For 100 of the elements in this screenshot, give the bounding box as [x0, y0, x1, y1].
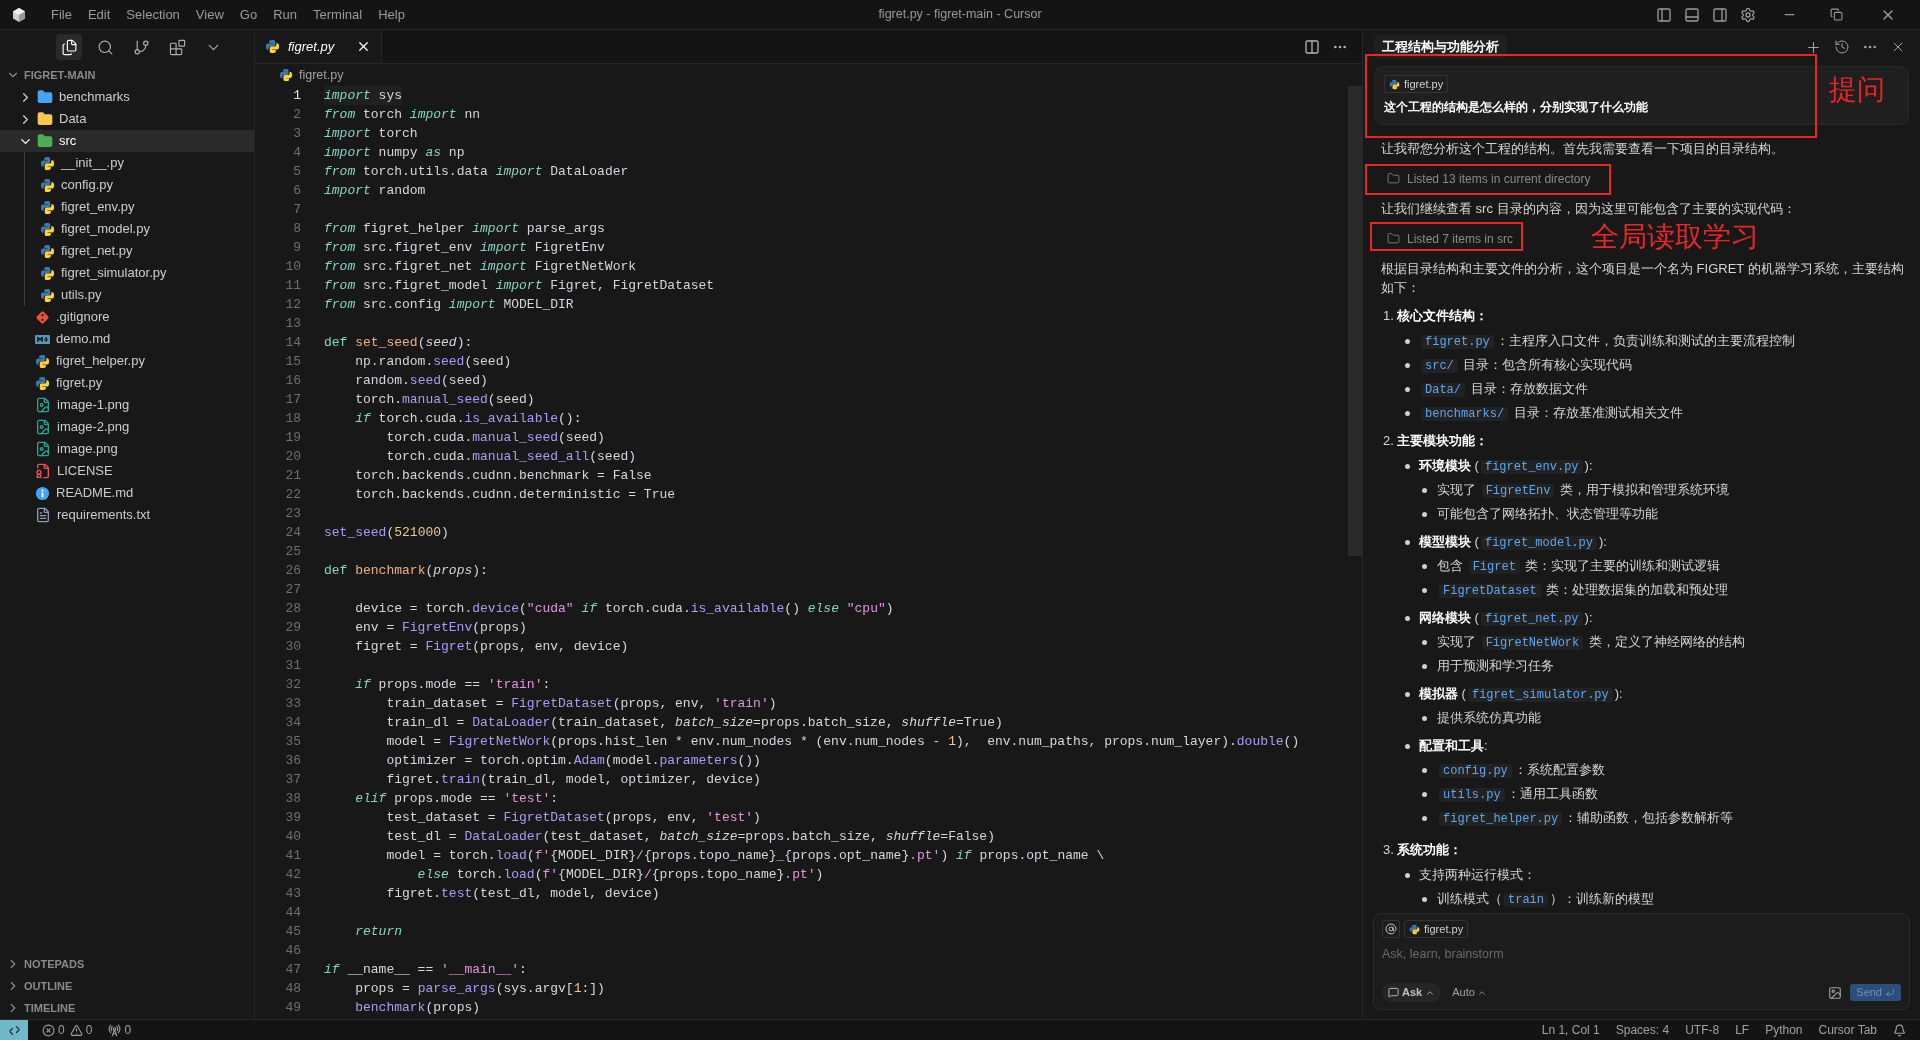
bullet-text: benchmarks/ 目录：存放基准测试相关文件	[1419, 403, 1683, 423]
file-row[interactable]: image-2.png	[0, 416, 254, 438]
mention-button[interactable]	[1382, 920, 1400, 938]
panel-header[interactable]: TIMELINE	[0, 997, 254, 1019]
file-row[interactable]: README.md	[0, 482, 254, 504]
file-row[interactable]: figret_net.py	[0, 240, 254, 262]
file-row[interactable]: figret.py	[0, 372, 254, 394]
bullet-text: 用于预测和学习任务	[1437, 657, 1554, 676]
menu-item[interactable]: Edit	[79, 4, 119, 25]
python-icon	[40, 265, 55, 281]
line-number: 24	[284, 523, 301, 542]
notifications-icon[interactable]	[1893, 1023, 1906, 1037]
status-item[interactable]: UTF-8	[1677, 1021, 1728, 1039]
line-number: 15	[284, 352, 301, 371]
line-number: 20	[284, 447, 301, 466]
file-row[interactable]: figret_helper.py	[0, 350, 254, 372]
toggle-panel-icon[interactable]	[1684, 6, 1700, 23]
menu-item[interactable]: File	[43, 4, 80, 25]
image-icon[interactable]	[1828, 985, 1843, 1000]
file-row[interactable]: config.py	[0, 174, 254, 196]
explorer-header[interactable]: FIGRET-MAIN	[0, 64, 254, 86]
status-item[interactable]: Python	[1757, 1021, 1811, 1039]
status-item[interactable]: LF	[1727, 1021, 1758, 1039]
code-line: torch.manual_seed(seed)	[354, 390, 535, 409]
model-dropdown[interactable]: Auto	[1449, 983, 1490, 1002]
line-number: 48	[284, 979, 301, 998]
line-number: 12	[284, 295, 301, 314]
line-number: 13	[284, 314, 301, 333]
annotation-label: 全局读取学习	[1591, 223, 1759, 251]
python-icon	[265, 39, 280, 54]
file-row[interactable]: image-1.png	[0, 394, 254, 416]
file-row[interactable]: .gitignore	[0, 306, 254, 328]
menu-item[interactable]: Selection	[118, 4, 188, 25]
restore-icon[interactable]	[1830, 8, 1843, 21]
chat-input[interactable]: Ask, learn, brainstorm	[1382, 944, 1901, 964]
status-item[interactable]: Spaces: 4	[1607, 1021, 1678, 1039]
line-number: 27	[284, 580, 301, 599]
line-number: 9	[292, 238, 301, 257]
editor-tab[interactable]: figret.py	[255, 30, 383, 63]
breadcrumb[interactable]: figret.py	[255, 64, 1362, 86]
code-line: test_dataset = FigretDataset(props, env, 'test')	[385, 808, 761, 827]
file-row[interactable]: demo.md	[0, 328, 254, 350]
panel-header[interactable]: NOTEPADS	[0, 953, 254, 975]
line-number: 21	[284, 466, 301, 485]
bullet-text: 模型模块 ( figret_model.py ):	[1419, 533, 1607, 552]
code-line: elif props.mode == 'test':	[354, 789, 559, 808]
file-row[interactable]: utils.py	[0, 284, 254, 306]
at-sign-icon	[1385, 923, 1397, 935]
file-row[interactable]: __init__.py	[0, 152, 254, 174]
file-row[interactable]: figret_env.py	[0, 196, 254, 218]
file-chip[interactable]: figret.py	[1384, 75, 1449, 93]
history-icon[interactable]	[1834, 39, 1850, 55]
file-row[interactable]: figret_simulator.py	[0, 262, 254, 284]
assistant-paragraph: 让我们继续查看 src 目录的内容，因为这里可能包含了主要的实现代码：	[1381, 200, 1797, 218]
status-item[interactable]: Ln 1, Col 1	[1533, 1021, 1608, 1039]
file-row[interactable]: LICENSE	[0, 460, 254, 482]
line-number: 49	[284, 998, 301, 1017]
code-line: benchmark(props)	[354, 998, 481, 1017]
menu-item[interactable]: Help	[370, 4, 413, 25]
code-line: def benchmark(props):	[324, 561, 488, 580]
toggle-sidebar-icon[interactable]	[1656, 6, 1672, 23]
code-line: def set_seed(seed):	[324, 333, 473, 352]
ports-status[interactable]: 0	[108, 1021, 132, 1039]
bullet-text: 环境模块 ( figret_env.py ):	[1419, 457, 1593, 476]
folder-row[interactable]: src	[0, 130, 254, 152]
line-number: 18	[284, 409, 301, 428]
folder-icon	[37, 89, 53, 105]
status-item[interactable]: Cursor Tab	[1810, 1021, 1885, 1039]
panel-header[interactable]: OUTLINE	[0, 975, 254, 997]
split-editor-icon[interactable]	[1304, 38, 1320, 55]
tool-call-text: Listed 7 items in src	[1407, 230, 1514, 248]
menu-item[interactable]: Run	[265, 4, 305, 25]
file-row[interactable]: figret_model.py	[0, 218, 254, 240]
menu-item[interactable]: Go	[231, 4, 266, 25]
code-line: props = parse_args(sys.argv[1:])	[354, 979, 605, 998]
bullet-text: 实现了 FigretNetWork 类，定义了神经网络的结构	[1437, 633, 1745, 652]
list-number: 1.	[1383, 306, 1394, 325]
code-line: optimizer = torch.optim.Adam(model.parameters())	[385, 751, 761, 770]
mode-dropdown[interactable]: Ask	[1382, 983, 1442, 1002]
problems-status[interactable]: 0 0	[42, 1021, 93, 1039]
file-chip[interactable]: figret.py	[1404, 920, 1469, 938]
python-icon	[35, 353, 50, 369]
line-number: 42	[284, 865, 301, 884]
line-number: 36	[284, 751, 301, 770]
code-line: random.seed(seed)	[354, 371, 488, 390]
code-line: from src.figret_env import FigretEnv	[324, 238, 605, 257]
menu-item[interactable]: View	[187, 4, 232, 25]
chat-tab[interactable]: 工程结构与功能分析	[1374, 35, 1507, 59]
remote-button[interactable]	[0, 1020, 28, 1040]
bullet-text: utils.py ：通用工具函数	[1437, 784, 1598, 804]
file-row[interactable]: image.png	[0, 438, 254, 460]
folder-row[interactable]: Data	[0, 108, 254, 130]
line-number: 7	[292, 200, 301, 219]
menu-item[interactable]: Terminal	[305, 4, 371, 25]
toggle-secondary-sidebar-icon[interactable]	[1712, 6, 1728, 23]
settings-icon[interactable]	[1740, 6, 1756, 23]
file-row[interactable]: requirements.txt	[0, 504, 254, 526]
folder-row[interactable]: benchmarks	[0, 86, 254, 108]
bullet-text: config.py ：系统配置参数	[1437, 760, 1605, 780]
folder-icon	[37, 111, 53, 127]
